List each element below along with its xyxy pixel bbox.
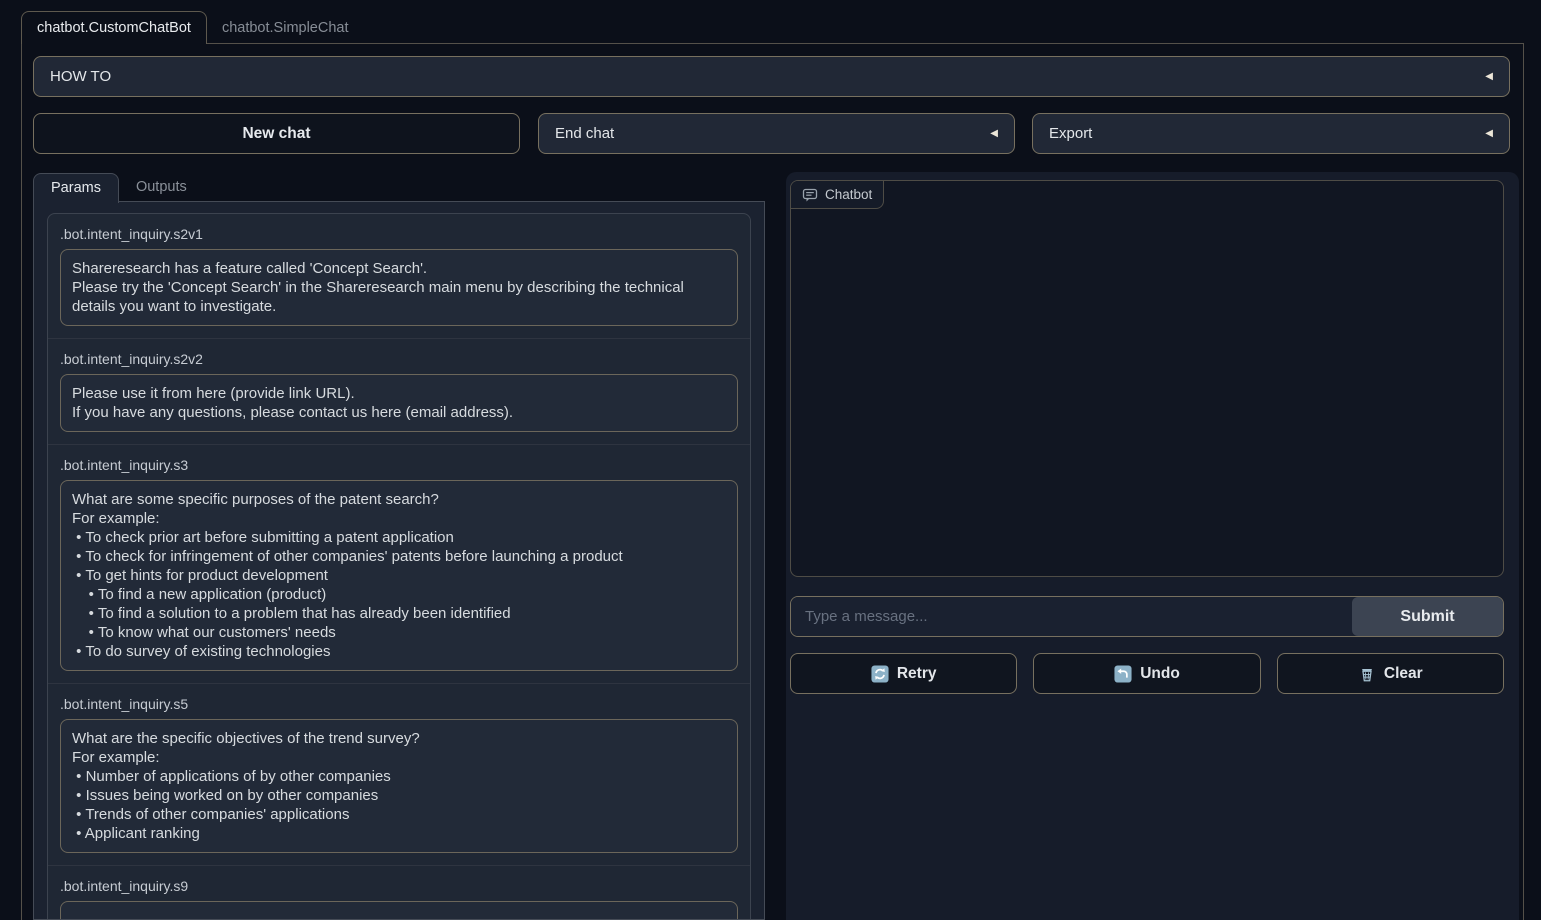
field-textbox[interactable]: What are the specific objectives of the … [60,719,738,853]
tab-custom-chatbot[interactable]: chatbot.CustomChatBot [21,11,207,44]
app-window: chatbot.CustomChatBot chatbot.SimpleChat… [0,0,1541,920]
export-accordion[interactable]: Export ◀ [1032,113,1510,154]
field-block: .bot.intent_inquiry.s2v2 Please use it f… [48,339,750,445]
chat-actions-row: Retry Undo [790,653,1504,694]
field-label: .bot.intent_inquiry.s5 [60,696,738,712]
params-form: .bot.intent_inquiry.s2v1 Shareresearch h… [47,213,751,920]
retry-button[interactable]: Retry [790,653,1017,694]
field-label: .bot.intent_inquiry.s2v1 [60,226,738,242]
new-chat-button[interactable]: New chat [33,113,520,154]
export-accordion-label: Export [1049,125,1092,142]
field-block: .bot.intent_inquiry.s5 What are the spec… [48,684,750,866]
undo-button-label: Undo [1140,665,1180,683]
undo-button[interactable]: Undo [1033,653,1260,694]
howto-accordion[interactable]: HOW TO ◀ [33,56,1510,97]
top-tab-bar: chatbot.CustomChatBot chatbot.SimpleChat [21,11,364,44]
tab-params[interactable]: Params [33,173,119,203]
accordion-collapse-icon: ◀ [990,129,998,139]
message-input-row: Submit [790,596,1504,637]
trash-icon [1358,665,1376,683]
accordion-collapse-icon: ◀ [1485,72,1493,82]
params-outputs-tab-bar: Params Outputs [33,173,204,203]
tab-simple-chat[interactable]: chatbot.SimpleChat [207,12,364,44]
field-block: .bot.intent_inquiry.s9 [48,866,750,920]
clear-button[interactable]: Clear [1277,653,1504,694]
field-label: .bot.intent_inquiry.s9 [60,878,738,894]
chatbot-panel-label-text: Chatbot [825,187,872,202]
clear-button-label: Clear [1384,665,1423,683]
end-chat-accordion[interactable]: End chat ◀ [538,113,1015,154]
field-block: .bot.intent_inquiry.s3 What are some spe… [48,445,750,684]
undo-icon [1114,665,1132,683]
message-input[interactable] [791,597,1352,636]
retry-icon [871,665,889,683]
chat-bubble-icon [802,187,818,203]
field-textbox[interactable]: What are some specific purposes of the p… [60,480,738,671]
tab-outputs[interactable]: Outputs [119,173,204,202]
field-textbox[interactable]: Please use it from here (provide link UR… [60,374,738,432]
field-label: .bot.intent_inquiry.s3 [60,457,738,473]
chat-column: Chatbot Submit Retry [786,172,1519,920]
accordion-collapse-icon: ◀ [1485,129,1493,139]
retry-button-label: Retry [897,665,937,683]
field-textbox[interactable]: Shareresearch has a feature called 'Conc… [60,249,738,326]
chatbot-panel-label: Chatbot [791,181,884,209]
params-panel: .bot.intent_inquiry.s2v1 Shareresearch h… [33,201,765,920]
howto-accordion-label: HOW TO [50,68,111,85]
end-chat-accordion-label: End chat [555,125,614,142]
field-textbox[interactable] [60,901,738,920]
chatbot-panel: Chatbot [790,180,1504,577]
field-label: .bot.intent_inquiry.s2v2 [60,351,738,367]
submit-button[interactable]: Submit [1352,597,1503,636]
field-block: .bot.intent_inquiry.s2v1 Shareresearch h… [48,214,750,339]
